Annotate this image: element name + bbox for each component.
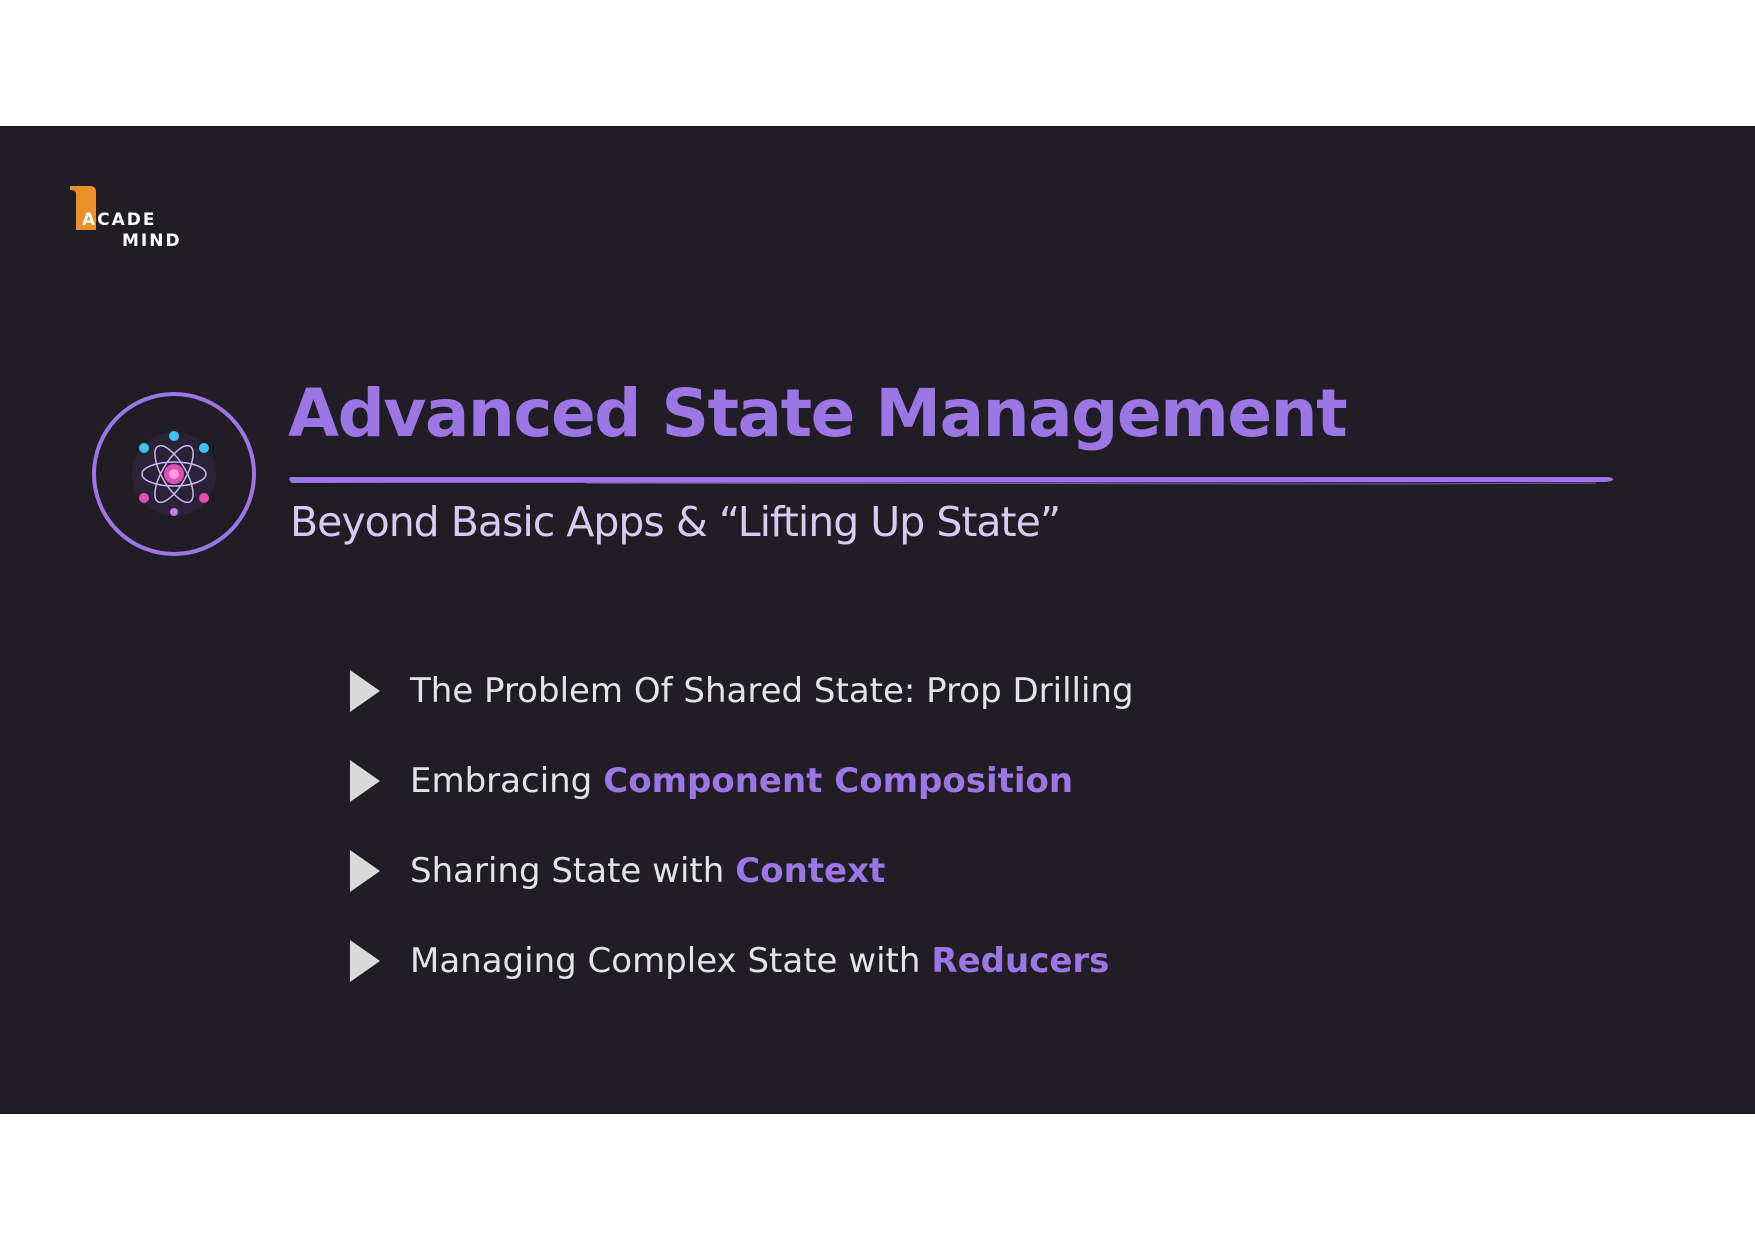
bullet-item: Embracing Component Composition: [346, 736, 1134, 826]
bullet-item: The Problem Of Shared State: Prop Drilli…: [346, 646, 1134, 736]
atom-badge: [88, 388, 260, 560]
bullet-text: The Problem Of Shared State: Prop Drilli…: [410, 671, 1134, 711]
bullet-item: Managing Complex State with Reducers: [346, 916, 1134, 1006]
logo-text-line1: ACADE: [82, 210, 157, 230]
play-arrow-icon: [346, 847, 384, 895]
play-arrow-icon: [346, 667, 384, 715]
play-arrow-icon: [346, 937, 384, 985]
slide: ACADE MIND Advanced State Management Bey…: [0, 126, 1755, 1114]
atom-icon: [92, 392, 256, 556]
bullet-text: Embracing: [410, 761, 593, 801]
logo-text-line2: MIND: [122, 231, 182, 251]
slide-title: Advanced State Management: [288, 375, 1348, 452]
bullet-list: The Problem Of Shared State: Prop Drilli…: [346, 646, 1134, 1006]
page: ACADE MIND Advanced State Management Bey…: [0, 0, 1755, 1240]
bullet-highlight: Component Composition: [603, 761, 1074, 801]
bullet-item: Sharing State with Context: [346, 826, 1134, 916]
bullet-highlight: Context: [735, 851, 886, 891]
academind-logo: ACADE MIND: [68, 184, 188, 254]
slide-subtitle: Beyond Basic Apps & “Lifting Up State”: [290, 498, 1061, 546]
bullet-text: Managing Complex State with: [410, 941, 921, 981]
bullet-text: Sharing State with: [410, 851, 725, 891]
title-underline: [286, 471, 1622, 489]
bullet-highlight: Reducers: [931, 941, 1110, 981]
play-arrow-icon: [346, 757, 384, 805]
